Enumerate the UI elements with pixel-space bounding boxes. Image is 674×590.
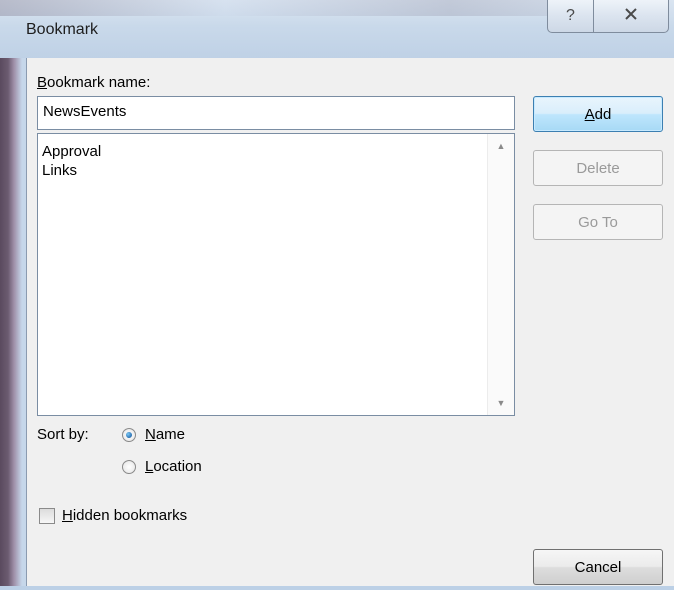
list-item-links[interactable]: Links bbox=[42, 161, 101, 180]
close-button[interactable] bbox=[593, 0, 669, 33]
sort-name-option[interactable]: Name bbox=[122, 426, 185, 443]
dialog-body: Bookmark name: NewsEvents Approval Links… bbox=[26, 58, 674, 590]
go-to-button[interactable]: Go To bbox=[533, 204, 663, 240]
frame-bottom-edge bbox=[0, 586, 674, 590]
sort-location-radio[interactable] bbox=[122, 459, 136, 474]
hidden-bookmarks-option[interactable]: Hidden bookmarks bbox=[39, 507, 187, 524]
list-item-approval[interactable]: Approval bbox=[42, 142, 101, 161]
sort-location-label: Location bbox=[145, 458, 202, 475]
add-button[interactable]: Add bbox=[533, 96, 663, 132]
bookmark-list[interactable]: Approval Links ▲ ▼ bbox=[37, 133, 515, 416]
list-scrollbar[interactable]: ▲ ▼ bbox=[487, 134, 514, 415]
sort-by-label: Sort by: bbox=[37, 426, 89, 443]
bookmark-name-input[interactable]: NewsEvents bbox=[37, 96, 515, 130]
help-icon: ? bbox=[566, 7, 575, 24]
delete-button[interactable]: Delete bbox=[533, 150, 663, 186]
sort-name-radio[interactable] bbox=[122, 427, 136, 442]
sort-name-label: Name bbox=[145, 426, 186, 443]
title-bar[interactable]: Bookmark ? bbox=[0, 0, 674, 58]
hidden-bookmarks-checkbox[interactable] bbox=[39, 507, 55, 524]
sort-location-option[interactable]: Location bbox=[122, 458, 202, 475]
bookmark-list-items: Approval Links bbox=[42, 142, 101, 180]
scroll-down-icon[interactable]: ▼ bbox=[488, 393, 514, 413]
help-button[interactable]: ? bbox=[547, 0, 594, 33]
hidden-bookmarks-label: Hidden bookmarks bbox=[62, 507, 188, 524]
dialog-frame: Bookmark ? Bookmark name: NewsEvents App… bbox=[0, 0, 674, 590]
cancel-button[interactable]: Cancel bbox=[533, 549, 663, 585]
scroll-up-icon[interactable]: ▲ bbox=[488, 136, 514, 156]
bookmark-name-label: Bookmark name: bbox=[37, 74, 151, 91]
close-icon bbox=[624, 7, 638, 25]
window-title: Bookmark bbox=[26, 21, 99, 38]
